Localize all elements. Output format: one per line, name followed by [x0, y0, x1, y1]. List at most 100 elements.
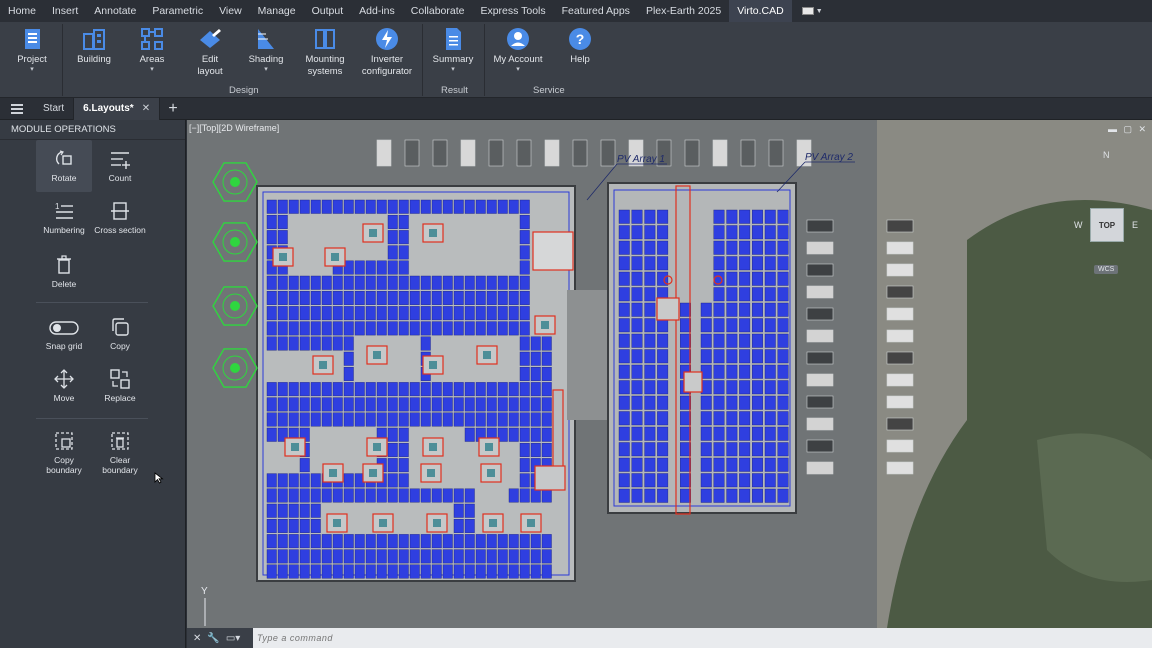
pv-module — [431, 199, 442, 214]
shading-button[interactable]: Shading ▾ — [246, 26, 286, 73]
pv-module — [464, 488, 475, 503]
view-cube[interactable]: N W TOP E WCS — [1074, 150, 1138, 274]
menu-home[interactable]: Home — [0, 0, 44, 22]
pv-module — [752, 333, 763, 348]
pv-module — [777, 333, 789, 348]
pv-module — [739, 318, 751, 333]
edit-layout-button[interactable]: Edit layout — [190, 26, 230, 78]
pv-module — [453, 519, 464, 533]
tab-start[interactable]: Start — [34, 97, 75, 120]
parking-space — [806, 285, 834, 299]
pv-module — [777, 225, 789, 240]
pv-module — [343, 564, 354, 579]
tab-layouts[interactable]: 6.Layouts* ✕ — [74, 97, 161, 120]
pv-module — [398, 245, 409, 260]
pv-module — [752, 271, 763, 286]
wcs-menu[interactable]: WCS — [1094, 265, 1119, 274]
viewcube-north[interactable]: N — [1103, 150, 1110, 160]
pv-module — [541, 549, 552, 564]
pv-module — [739, 302, 751, 317]
terminal-icon[interactable]: ▭▾ — [226, 633, 240, 644]
menu-express-tools[interactable]: Express Tools — [472, 0, 553, 22]
drawing-viewport[interactable]: [−][Top][2D Wireframe] ▬ ▢ ✕ PV Array 1 … — [187, 120, 1152, 628]
viewcube-top-face[interactable]: TOP — [1090, 208, 1124, 242]
close-icon[interactable]: ✕ — [142, 98, 150, 120]
menu-output[interactable]: Output — [304, 0, 352, 22]
help-button[interactable]: ? Help — [562, 26, 598, 66]
delete-button[interactable]: Delete — [36, 254, 92, 289]
pv-module — [541, 427, 552, 442]
project-button[interactable]: Project ▾ — [16, 26, 48, 73]
menu-add-ins[interactable]: Add-ins — [351, 0, 403, 22]
pv-module — [475, 534, 486, 549]
pv-module — [764, 426, 776, 441]
cross-section-button[interactable]: Cross section — [92, 200, 148, 235]
add-tab-button[interactable]: + — [160, 100, 186, 118]
pv-array-1-label[interactable]: PV Array 1 — [617, 154, 665, 165]
mounting-icon — [315, 29, 335, 49]
pv-module — [376, 275, 387, 290]
pv-module — [442, 306, 453, 321]
close-icon[interactable]: ✕ — [193, 633, 201, 644]
rotate-button[interactable]: Rotate — [36, 140, 92, 192]
wrench-icon[interactable]: 🔧 — [207, 633, 219, 644]
pv-module — [530, 534, 541, 549]
pv-module — [475, 199, 486, 214]
pv-module — [739, 457, 751, 472]
inverter-configurator-button[interactable]: Inverter configurator — [358, 26, 416, 78]
viewport-window-controls[interactable]: ▬ ▢ ✕ — [1108, 124, 1148, 135]
pv-module — [387, 458, 398, 473]
pv-module — [310, 199, 321, 214]
pv-module — [618, 442, 630, 457]
menu-manage[interactable]: Manage — [250, 0, 304, 22]
pv-module — [266, 519, 277, 533]
pv-array-2-label[interactable]: PV Array 2 — [805, 152, 853, 163]
pv-module — [354, 488, 365, 503]
pv-module — [777, 380, 789, 395]
building-button[interactable]: Building — [74, 26, 114, 66]
pv-module — [700, 395, 712, 410]
menu-collaborate[interactable]: Collaborate — [403, 0, 473, 22]
summary-button[interactable]: Summary ▾ — [432, 26, 474, 73]
pv-module — [519, 321, 530, 336]
pv-module — [475, 549, 486, 564]
hamburger-menu-icon[interactable] — [0, 98, 34, 120]
viewcube-west[interactable]: W — [1074, 220, 1083, 230]
pv-module — [332, 549, 343, 564]
tree-trunk — [230, 363, 240, 373]
menu-plex-earth[interactable]: Plex-Earth 2025 — [638, 0, 729, 22]
menu-parametric[interactable]: Parametric — [144, 0, 211, 22]
move-button[interactable]: Move — [36, 368, 92, 403]
menu-featured-apps[interactable]: Featured Apps — [554, 0, 638, 22]
my-account-button[interactable]: My Account ▾ — [492, 26, 544, 73]
mounting-systems-button[interactable]: Mounting systems — [302, 26, 348, 78]
count-button[interactable]: Count — [92, 148, 148, 183]
parking-space — [806, 329, 834, 343]
replace-icon — [110, 369, 130, 389]
menu-virto-cad[interactable]: Virto.CAD — [729, 0, 792, 22]
pv-module — [310, 275, 321, 290]
pv-module — [398, 382, 409, 397]
menu-view[interactable]: View — [211, 0, 250, 22]
pv-module — [310, 473, 321, 488]
copy-button[interactable]: Copy — [92, 316, 148, 351]
numbering-button[interactable]: 1 Numbering — [36, 200, 92, 235]
pv-module — [713, 256, 725, 271]
copy-boundary-button[interactable]: Copy boundary — [36, 430, 92, 475]
areas-button[interactable]: Areas ▾ — [136, 26, 168, 73]
clear-boundary-button[interactable]: Clear boundary — [92, 430, 148, 475]
snap-grid-toggle[interactable]: Snap grid — [36, 316, 92, 351]
pv-module — [266, 564, 277, 579]
command-input[interactable] — [253, 633, 653, 643]
menu-annotate[interactable]: Annotate — [86, 0, 144, 22]
viewcube-east[interactable]: E — [1132, 220, 1138, 230]
pv-module — [299, 503, 310, 518]
replace-button[interactable]: Replace — [92, 368, 148, 403]
pv-module — [739, 411, 751, 426]
workspace-switcher[interactable]: ▼ — [801, 5, 828, 17]
viewport-controls-label[interactable]: [−][Top][2D Wireframe] — [189, 123, 279, 133]
menu-insert[interactable]: Insert — [44, 0, 86, 22]
pv-module — [486, 306, 497, 321]
pv-module — [387, 275, 398, 290]
pv-module — [618, 318, 630, 333]
